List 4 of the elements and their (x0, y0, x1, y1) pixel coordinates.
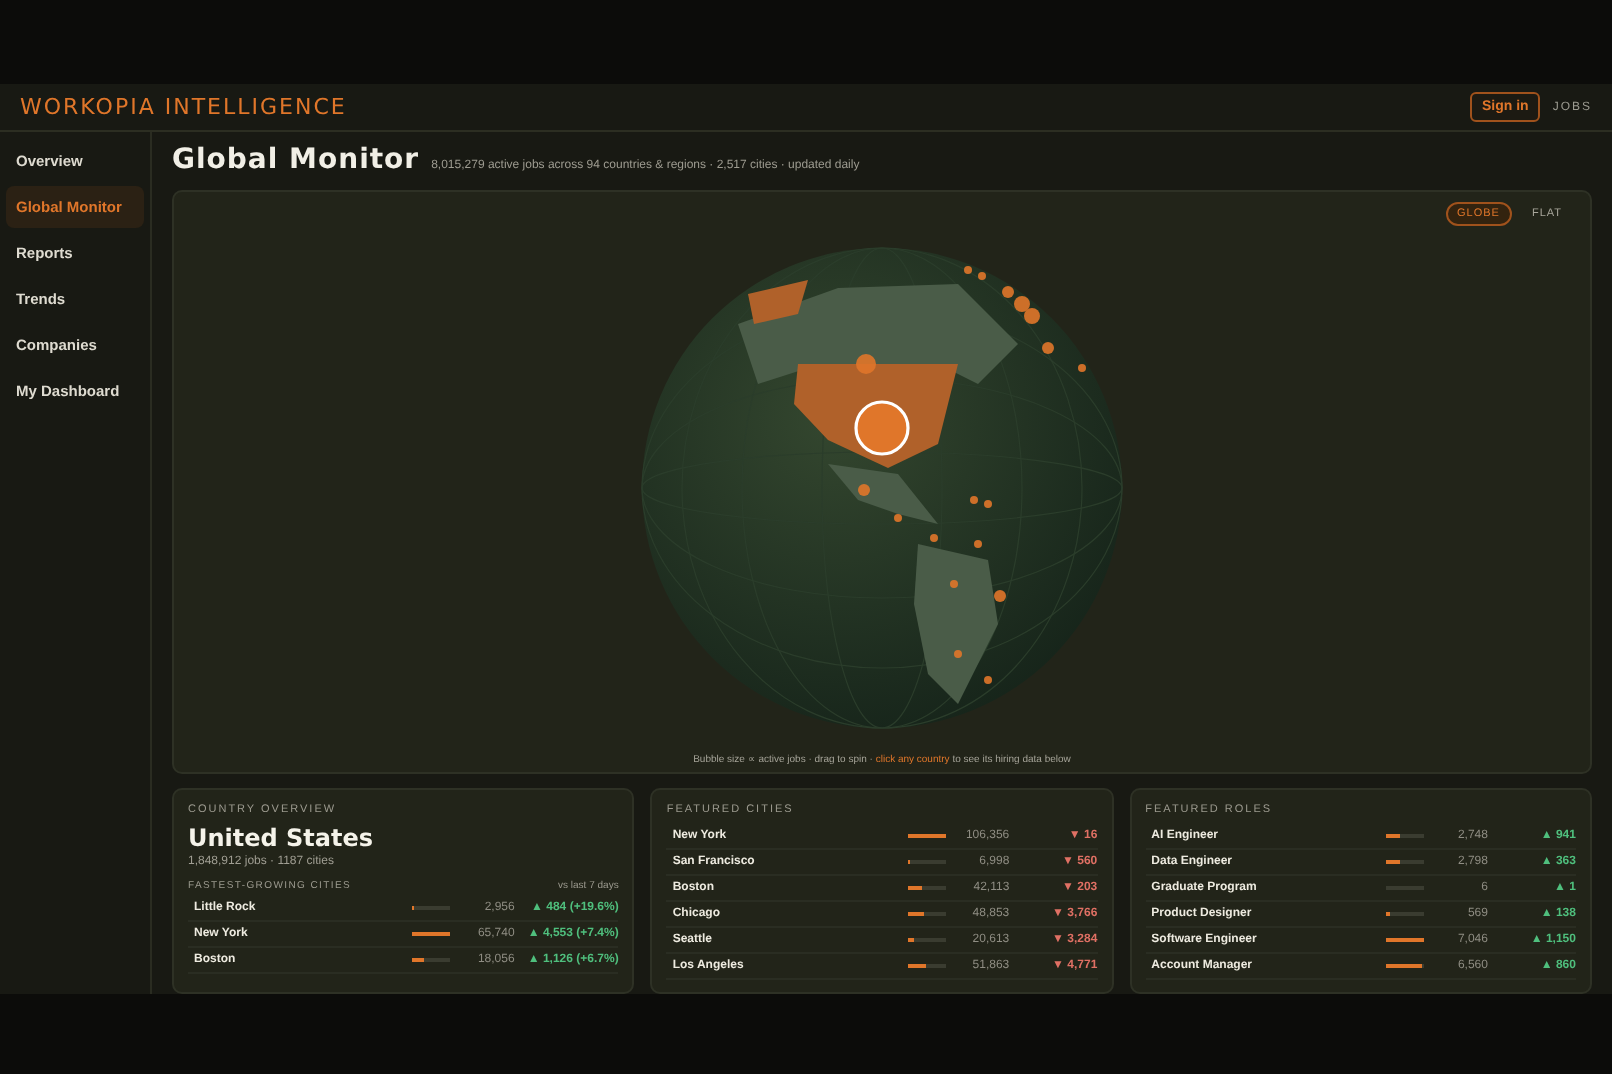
globe-drawing[interactable] (638, 244, 1126, 732)
brand-logo-text[interactable]: WORKOPIA INTELLIGENCE (20, 94, 347, 120)
page-title: Global Monitor (172, 144, 420, 176)
country-name: United States (188, 824, 376, 852)
